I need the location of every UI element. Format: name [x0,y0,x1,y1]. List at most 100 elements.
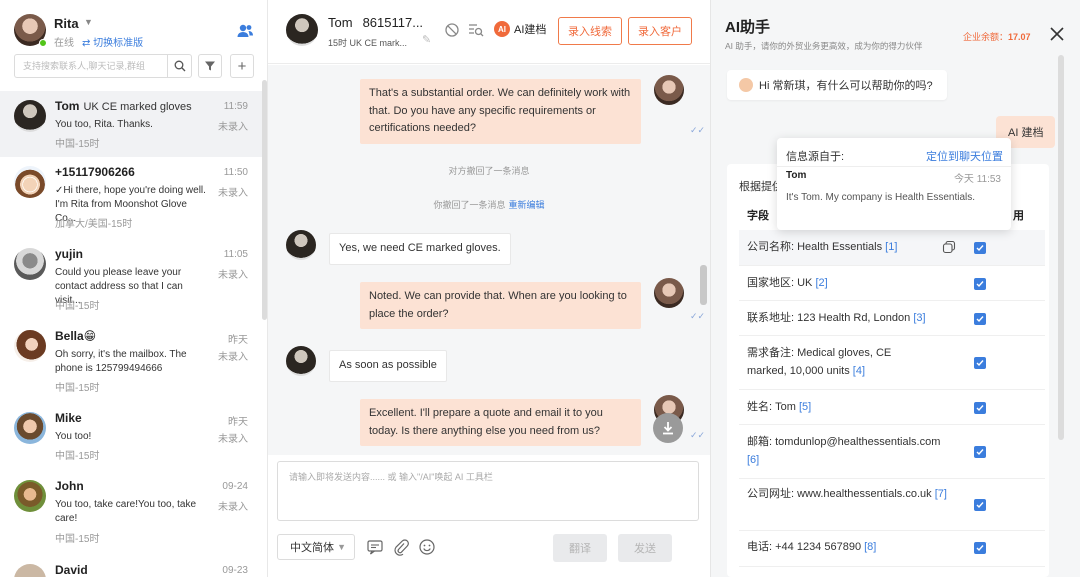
conversation-item[interactable]: yujin 11:05 Could you please leave your … [0,239,262,321]
field-text: 联系地址: 123 Health Rd, London [3] [747,310,937,328]
field-checkbox[interactable] [974,499,986,511]
language-select[interactable]: 中文简体 ▼ [277,534,355,560]
contact-region-time: 中国-15时 [55,534,100,545]
switch-version-link[interactable]: ⇄ 切换标准版 [82,34,143,49]
record-status: 未录入 [218,502,248,513]
contact-avatar [14,330,46,362]
chat-contact-sub: 15时 UK CE mark... [328,38,408,48]
current-user-header: Rita ▼ 在线 ⇄ 切换标准版 [14,14,254,50]
field-checkbox[interactable] [974,446,986,458]
message-input[interactable] [278,462,698,520]
search-icon [174,60,185,72]
outgoing-message[interactable]: Noted. We can provide that. When are you… [360,282,641,329]
close-icon[interactable] [1047,24,1067,44]
field-value: 国家地区: UK [747,277,816,289]
sidebar-scrollbar[interactable] [262,80,267,320]
ai-badge-icon: AI [494,21,510,37]
chat-contact-avatar[interactable] [286,14,318,46]
send-button[interactable]: 发送 [618,534,672,562]
contacts-icon[interactable] [236,22,254,40]
field-checkbox[interactable] [974,242,986,254]
balance-value: 17.07 [1008,32,1031,42]
chevron-down-icon[interactable]: ▼ [84,17,93,27]
translate-button[interactable]: 翻译 [553,534,607,562]
contact-tag: UK CE marked gloves [83,101,192,113]
chat-panel: Tom 8615117... 15时 UK CE mark... ✎ AI AI建… [268,0,710,577]
field-row-company[interactable]: 公司名称: Health Essentials [1] [739,230,1045,266]
field-row-country[interactable]: 国家地区: UK [2] [739,266,1045,301]
field-value: 邮箱: tomdunlop@healthessentials.com [747,436,941,448]
field-checkbox[interactable] [974,313,986,325]
outgoing-message[interactable]: That's a substantial order. We can defin… [360,79,641,144]
contact-name: Mike [55,411,82,425]
incoming-message[interactable]: Yes, we need CE marked gloves. [329,233,511,265]
source-ref-link[interactable]: [3] [913,312,925,324]
locate-in-chat-link[interactable]: 定位到聊天位置 [926,148,1003,164]
source-ref-link[interactable]: [7] [935,488,947,500]
quick-reply-icon[interactable] [366,538,384,556]
field-checkbox[interactable] [974,542,986,554]
record-status: 未录入 [218,188,248,199]
emoji-icon[interactable] [418,538,436,556]
field-row-email[interactable]: 邮箱: tomdunlop@healthessentials.com [6] [739,425,1045,479]
conversation-list: Tom UK CE marked gloves 11:59 You too, Ri… [0,91,262,577]
field-row-address[interactable]: 联系地址: 123 Health Rd, London [3] [739,301,1045,336]
chat-contact-name: Tom 8615117... [328,15,423,30]
conversation-item[interactable]: John 09-24 You too, take care!You too, t… [0,471,262,555]
field-text: 需求备注: Medical gloves, CE marked, 10,000 … [747,345,917,380]
tooltip-time: 今天 11:53 [953,174,1001,185]
conversation-time: 09-23 [222,565,248,576]
field-row-name[interactable]: 姓名: Tom [5] [739,390,1045,425]
chat-header: Tom 8615117... 15时 UK CE mark... ✎ AI AI建… [268,0,710,64]
source-ref-link[interactable]: [4] [853,365,865,377]
source-ref-link[interactable]: [6] [747,454,759,466]
column-header-field: 字段 [747,210,769,222]
attachment-icon[interactable] [392,538,410,556]
conversation-item[interactable]: Tom UK CE marked gloves 11:59 You too, Ri… [0,91,262,157]
check-icon [976,360,984,367]
ai-panel-scrollbar[interactable] [1058,55,1064,440]
source-ref-link[interactable]: [2] [815,277,827,289]
field-text: 电话: +44 1234 567890 [8] [747,539,947,557]
field-value: 公司网址: www.healthessentials.co.uk [747,488,935,500]
my-avatar [654,278,684,308]
conversation-time: 昨天 [228,335,248,346]
source-ref-link[interactable]: [5] [799,401,811,413]
field-checkbox[interactable] [974,402,986,414]
filter-icon [205,61,215,71]
add-customer-button[interactable]: 录入客户 [628,17,692,45]
contact-name: Tom UK CE marked gloves [55,99,192,113]
search-history-icon[interactable] [468,22,484,38]
conversation-item[interactable]: Bella😁 昨天 Oh sorry, it's the mailbox. Th… [0,321,262,403]
incoming-message[interactable]: As soon as possible [329,350,447,382]
ai-file-button[interactable]: AI AI建档 [494,21,546,37]
contact-avatar [14,100,46,132]
my-avatar [654,75,684,105]
field-checkbox[interactable] [974,357,986,369]
field-row-notes[interactable]: 需求备注: Medical gloves, CE marked, 10,000 … [739,336,1045,390]
reedit-link[interactable]: 重新编辑 [509,200,545,210]
field-row-phone[interactable]: 电话: +44 1234 567890 [8] [739,531,1045,567]
search-button[interactable] [167,55,191,77]
field-checkbox[interactable] [974,278,986,290]
source-ref-link[interactable]: [8] [864,541,876,553]
scroll-to-bottom-button[interactable] [653,413,683,443]
search-input[interactable] [15,55,191,77]
conversation-item[interactable]: Mike 昨天 You too! 未录入 中国-15时 [0,403,262,471]
conversation-item[interactable]: +15117906266 11:50 ✓Hi there, hope you'r… [0,157,262,239]
outgoing-message[interactable]: Excellent. I'll prepare a quote and emai… [360,399,641,446]
edit-icon[interactable]: ✎ [422,33,431,46]
copy-icon[interactable] [942,240,956,254]
tooltip-source-label: 信息源自于: [786,151,845,163]
source-ref-link[interactable]: [1] [885,241,897,253]
contact-region-time: 中国-15时 [55,451,100,462]
ai-assistant-panel: AI助手 AI 助手，请你的外贸业务更高效，成为你的得力伙伴 企业余额：17.0… [710,0,1080,577]
conversation-item[interactable]: David 09-23 [0,555,262,577]
add-button[interactable]: + [230,54,254,78]
add-lead-button[interactable]: 录入线索 [558,17,622,45]
chat-scrollbar[interactable] [700,265,707,305]
field-row-website[interactable]: 公司网址: www.healthessentials.co.uk [7] [739,479,1045,531]
block-icon[interactable] [444,22,460,38]
user-name[interactable]: Rita [54,16,79,31]
filter-button[interactable] [198,54,222,78]
